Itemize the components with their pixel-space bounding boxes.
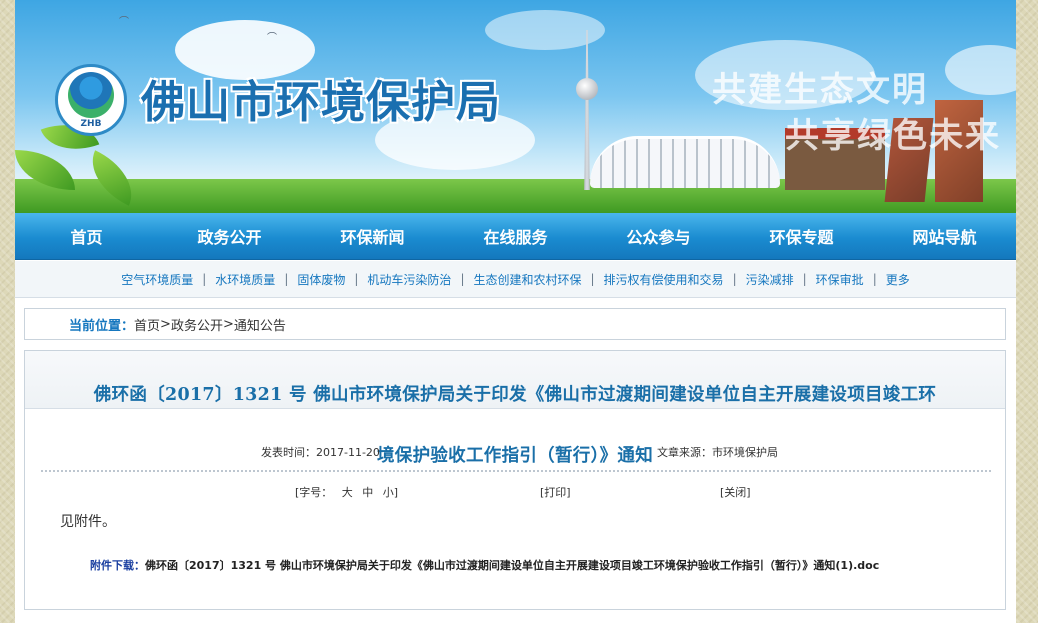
subnav-separator: |	[460, 272, 465, 286]
subnav-more[interactable]: 更多	[886, 271, 910, 288]
font-size-controls: [字号： 大 中 小]	[295, 484, 398, 500]
breadcrumb: 当前位置： 首页 > 政务公开 > 通知公告	[24, 308, 1006, 340]
nav-public-participation[interactable]: 公众参与	[587, 224, 730, 248]
attachment-label: 附件下载：	[90, 559, 145, 572]
publish-info: 发表时间：2017-11-20	[261, 444, 380, 460]
font-size-label: [字号：	[295, 486, 333, 499]
print-button[interactable]: [打印]	[540, 484, 571, 500]
dotted-divider	[40, 469, 992, 473]
main-navigation: 首页 政务公开 环保新闻 在线服务 公众参与 环保专题 网站导航	[15, 213, 1016, 260]
source-value: 市环境保护局	[712, 446, 778, 459]
publish-date: 2017-11-20	[316, 446, 380, 459]
source-info: 文章来源：市环境保护局	[657, 444, 778, 460]
zhb-logo[interactable]: ZHB	[55, 64, 127, 136]
site-title: 佛山市环境保护局	[141, 77, 501, 128]
subnav-separator: |	[732, 272, 737, 286]
nav-home[interactable]: 首页	[15, 224, 158, 248]
font-size-medium-button[interactable]: 中	[362, 486, 373, 499]
slogan-line-1: 共建生态文明	[712, 70, 928, 110]
nav-environment-topics[interactable]: 环保专题	[730, 224, 873, 248]
publish-label: 发表时间：	[261, 446, 316, 459]
article-body: 见附件。	[60, 514, 116, 530]
logo-emblem-icon	[68, 71, 114, 118]
subnav-emission-trading[interactable]: 排污权有偿使用和交易	[604, 271, 724, 288]
site-banner: ︵ ︵ ZHB 佛山市环境保护局 共建生态文明 共享绿色未来	[15, 0, 1016, 213]
nav-government-affairs[interactable]: 政务公开	[158, 224, 301, 248]
page: ︵ ︵ ZHB 佛山市环境保护局 共建生态文明 共享绿色未来 首页 政务公开 环…	[15, 0, 1016, 623]
nav-online-services[interactable]: 在线服务	[444, 224, 587, 248]
cloud-decoration	[945, 45, 1016, 95]
font-size-large-button[interactable]: 大	[342, 486, 353, 499]
tv-tower-illustration	[584, 30, 590, 190]
sub-navigation: 空气环境质量 | 水环境质量 | 固体废物 | 机动车污染防治 | 生态创建和农…	[15, 261, 1016, 298]
bird-icon: ︵	[119, 10, 129, 21]
logo-text: ZHB	[80, 118, 102, 129]
subnav-environment-approval[interactable]: 环保审批	[816, 271, 864, 288]
source-label: 文章来源：	[657, 446, 712, 459]
breadcrumb-home-link[interactable]: 首页	[134, 315, 160, 334]
subnav-water-quality[interactable]: 水环境质量	[215, 271, 275, 288]
article-title-line-1: 佛环函〔2017〕1321 号 佛山市环境保护局关于印发《佛山市过渡期间建设单位…	[93, 385, 937, 405]
bird-icon: ︵	[267, 26, 277, 37]
nav-environment-news[interactable]: 环保新闻	[301, 224, 444, 248]
font-size-small-button[interactable]: 小]	[383, 486, 398, 499]
subnav-separator: |	[354, 272, 359, 286]
subnav-separator: |	[872, 272, 877, 286]
slogan-line-2: 共享绿色未来	[785, 116, 1001, 156]
tv-tower-ball	[576, 78, 598, 100]
attachment-download: 附件下载：佛环函〔2017〕1321 号 佛山市环境保护局关于印发《佛山市过渡期…	[90, 559, 980, 573]
subnav-air-quality[interactable]: 空气环境质量	[121, 271, 193, 288]
nav-site-navigation[interactable]: 网站导航	[873, 224, 1016, 248]
subnav-pollution-reduction[interactable]: 污染减排	[746, 271, 794, 288]
breadcrumb-separator: >	[222, 316, 234, 332]
stadium-illustration	[590, 136, 780, 188]
subnav-separator: |	[202, 272, 207, 286]
breadcrumb-notices-link[interactable]: 通知公告	[234, 315, 286, 334]
subnav-ecology-rural[interactable]: 生态创建和农村环保	[473, 271, 581, 288]
close-button[interactable]: [关闭]	[720, 484, 751, 500]
subnav-solid-waste[interactable]: 固体废物	[297, 271, 345, 288]
breadcrumb-separator: >	[160, 316, 171, 332]
breadcrumb-government-affairs-link[interactable]: 政务公开	[171, 315, 223, 334]
subnav-vehicle-pollution[interactable]: 机动车污染防治	[367, 271, 451, 288]
article-panel: 佛环函〔2017〕1321 号 佛山市环境保护局关于印发《佛山市过渡期间建设单位…	[24, 350, 1006, 610]
subnav-separator: |	[284, 272, 289, 286]
subnav-separator: |	[590, 272, 595, 286]
attachment-link[interactable]: 佛环函〔2017〕1321 号 佛山市环境保护局关于印发《佛山市过渡期间建设单位…	[145, 559, 879, 572]
article-title-line-2: 境保护验收工作指引（暂行）》通知	[376, 446, 654, 466]
subnav-separator: |	[802, 272, 807, 286]
breadcrumb-label: 当前位置：	[69, 318, 135, 334]
